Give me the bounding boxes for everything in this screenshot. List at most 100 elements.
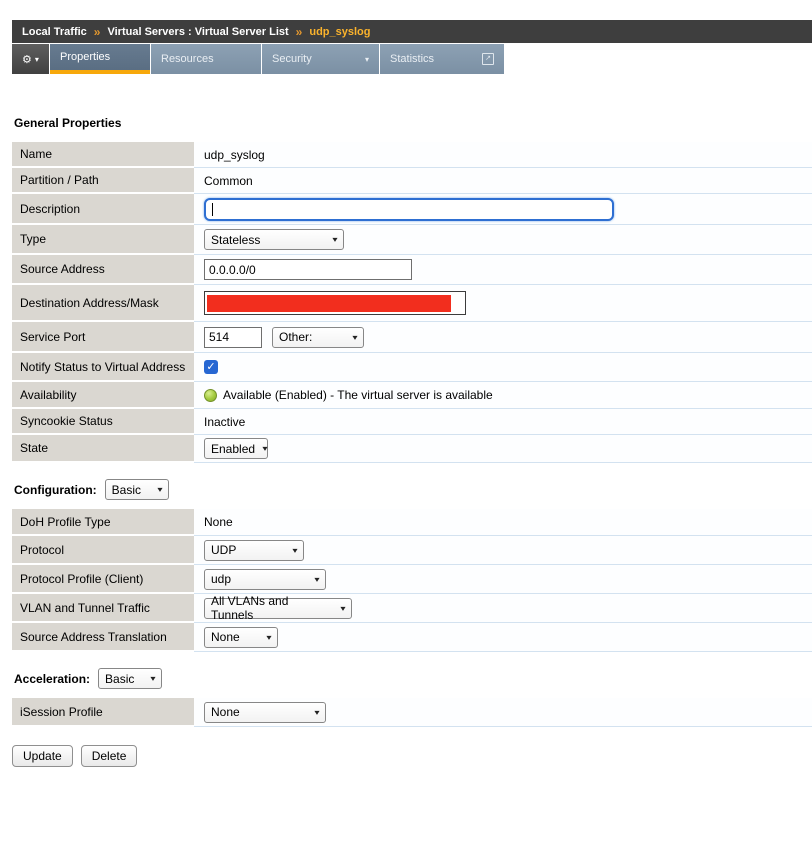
field-label: Syncookie Status <box>20 414 113 428</box>
popout-icon: ↗ <box>482 53 494 65</box>
row-value-cell: All VLANs and Tunnels ▾ <box>194 594 812 623</box>
protocol-profile-client-select[interactable]: udp ▾ <box>204 569 326 590</box>
row-label-cell: Destination Address/Mask <box>12 285 194 322</box>
tab-security-label: Security <box>272 53 312 65</box>
service-port-input[interactable] <box>204 327 262 348</box>
chevron-down-icon: ▾ <box>314 708 319 717</box>
protocol-select-value: UDP <box>211 543 236 557</box>
acceleration-level-select[interactable]: Basic ▾ <box>98 668 162 689</box>
source-address-input[interactable] <box>204 259 412 280</box>
row-value-cell <box>194 285 812 322</box>
gear-menu-button[interactable]: ⚙ ▾ <box>12 44 49 74</box>
source-address-translation-select[interactable]: None ▾ <box>204 627 278 648</box>
table-row-isession-profile: iSession Profile None ▾ <box>12 698 812 727</box>
isession-profile-select[interactable]: None ▾ <box>204 702 326 723</box>
field-value: None <box>204 515 233 529</box>
row-value-cell <box>194 194 812 225</box>
row-value-cell: None ▾ <box>194 623 812 652</box>
row-label-cell: Availability <box>12 382 194 409</box>
chevron-down-icon: ▾ <box>352 333 357 342</box>
field-label: iSession Profile <box>20 705 103 719</box>
configuration-heading: Configuration: Basic ▾ <box>14 479 812 500</box>
field-label: Destination Address/Mask <box>20 296 159 310</box>
field-value: Common <box>204 174 253 188</box>
field-label: Name <box>20 147 52 161</box>
row-value-cell: ✓ <box>194 353 812 382</box>
state-select-value: Enabled <box>211 442 255 456</box>
row-value-cell: Common <box>194 168 812 194</box>
vlan-traffic-select[interactable]: All VLANs and Tunnels ▾ <box>204 598 352 619</box>
field-label: Source Address <box>20 262 105 276</box>
field-label: Availability <box>20 388 76 402</box>
row-label-cell: Protocol <box>12 536 194 565</box>
service-port-select[interactable]: Other: ▾ <box>272 327 364 348</box>
tab-properties-label: Properties <box>60 51 110 63</box>
field-label: Source Address Translation <box>20 630 167 644</box>
table-row-doh-profile: DoH Profile Type None <box>12 509 812 536</box>
source-address-translation-value: None <box>211 630 240 644</box>
tab-properties[interactable]: Properties <box>50 44 150 74</box>
row-label-cell: Type <box>12 225 194 255</box>
availability-status-icon <box>204 389 217 402</box>
breadcrumb-item-local-traffic[interactable]: Local Traffic <box>22 26 87 38</box>
row-label-cell: Name <box>12 142 194 168</box>
description-input[interactable] <box>204 198 614 221</box>
protocol-select[interactable]: UDP ▾ <box>204 540 304 561</box>
state-select[interactable]: Enabled ▾ <box>204 438 268 459</box>
table-row-source-address: Source Address <box>12 255 812 285</box>
breadcrumb-item-current: udp_syslog <box>309 26 370 38</box>
field-label: Type <box>20 232 46 246</box>
tab-security[interactable]: Security ▾ <box>262 44 379 74</box>
chevron-down-icon: ▾ <box>332 235 337 244</box>
configuration-table: DoH Profile Type None Protocol UDP ▾ Pro… <box>12 509 812 652</box>
configuration-level-select[interactable]: Basic ▾ <box>105 479 169 500</box>
update-button[interactable]: Update <box>12 745 73 767</box>
row-label-cell: Service Port <box>12 322 194 353</box>
table-row-partition: Partition / Path Common <box>12 168 812 194</box>
acceleration-heading: Acceleration: Basic ▾ <box>14 668 812 689</box>
tab-resources[interactable]: Resources <box>151 44 261 74</box>
table-row-protocol-profile-client: Protocol Profile (Client) udp ▾ <box>12 565 812 594</box>
row-label-cell: Source Address Translation <box>12 623 194 652</box>
table-row-name: Name udp_syslog <box>12 142 812 168</box>
field-label: DoH Profile Type <box>20 515 111 529</box>
breadcrumb-item-virtual-server-list[interactable]: Virtual Servers : Virtual Server List <box>107 26 288 38</box>
destination-address-input[interactable] <box>204 291 466 315</box>
general-properties-heading: General Properties <box>14 116 812 130</box>
text-caret <box>212 203 213 216</box>
table-row-vlan-traffic: VLAN and Tunnel Traffic All VLANs and Tu… <box>12 594 812 623</box>
chevron-down-icon: ▾ <box>340 604 345 613</box>
field-label: Service Port <box>20 330 85 344</box>
field-label: Protocol <box>20 543 64 557</box>
row-label-cell: Partition / Path <box>12 168 194 194</box>
chevron-down-icon: ▾ <box>266 633 271 642</box>
chevron-down-icon: ▾ <box>314 575 319 584</box>
field-value: Available (Enabled) - The virtual server… <box>223 388 493 402</box>
table-row-type: Type Stateless ▾ <box>12 225 812 255</box>
configuration-level-value: Basic <box>112 483 141 497</box>
field-label: Partition / Path <box>20 173 99 187</box>
breadcrumb-separator-icon: » <box>94 25 101 39</box>
row-value-cell: Other: ▾ <box>194 322 812 353</box>
row-value-cell: Stateless ▾ <box>194 225 812 255</box>
field-label: Protocol Profile (Client) <box>20 572 143 586</box>
page: Local Traffic » Virtual Servers : Virtua… <box>0 0 812 767</box>
row-label-cell: Description <box>12 194 194 225</box>
configuration-heading-label: Configuration: <box>14 483 97 497</box>
tab-resources-label: Resources <box>161 53 214 65</box>
table-row-notify-status: Notify Status to Virtual Address ✓ <box>12 353 812 382</box>
delete-button[interactable]: Delete <box>81 745 138 767</box>
chevron-down-icon: ▾ <box>292 546 297 555</box>
notify-checkbox[interactable]: ✓ <box>204 360 218 374</box>
row-value-cell: None ▾ <box>194 698 812 727</box>
tab-statistics[interactable]: Statistics ↗ <box>380 44 504 74</box>
acceleration-heading-label: Acceleration: <box>14 672 90 686</box>
chevron-down-icon: ▾ <box>365 55 369 64</box>
row-label-cell: State <box>12 435 194 463</box>
field-value: Inactive <box>204 415 245 429</box>
row-label-cell: Syncookie Status <box>12 409 194 435</box>
redacted-value <box>207 295 451 312</box>
type-select[interactable]: Stateless ▾ <box>204 229 344 250</box>
chevron-down-icon: ▾ <box>157 485 162 494</box>
table-row-protocol: Protocol UDP ▾ <box>12 536 812 565</box>
